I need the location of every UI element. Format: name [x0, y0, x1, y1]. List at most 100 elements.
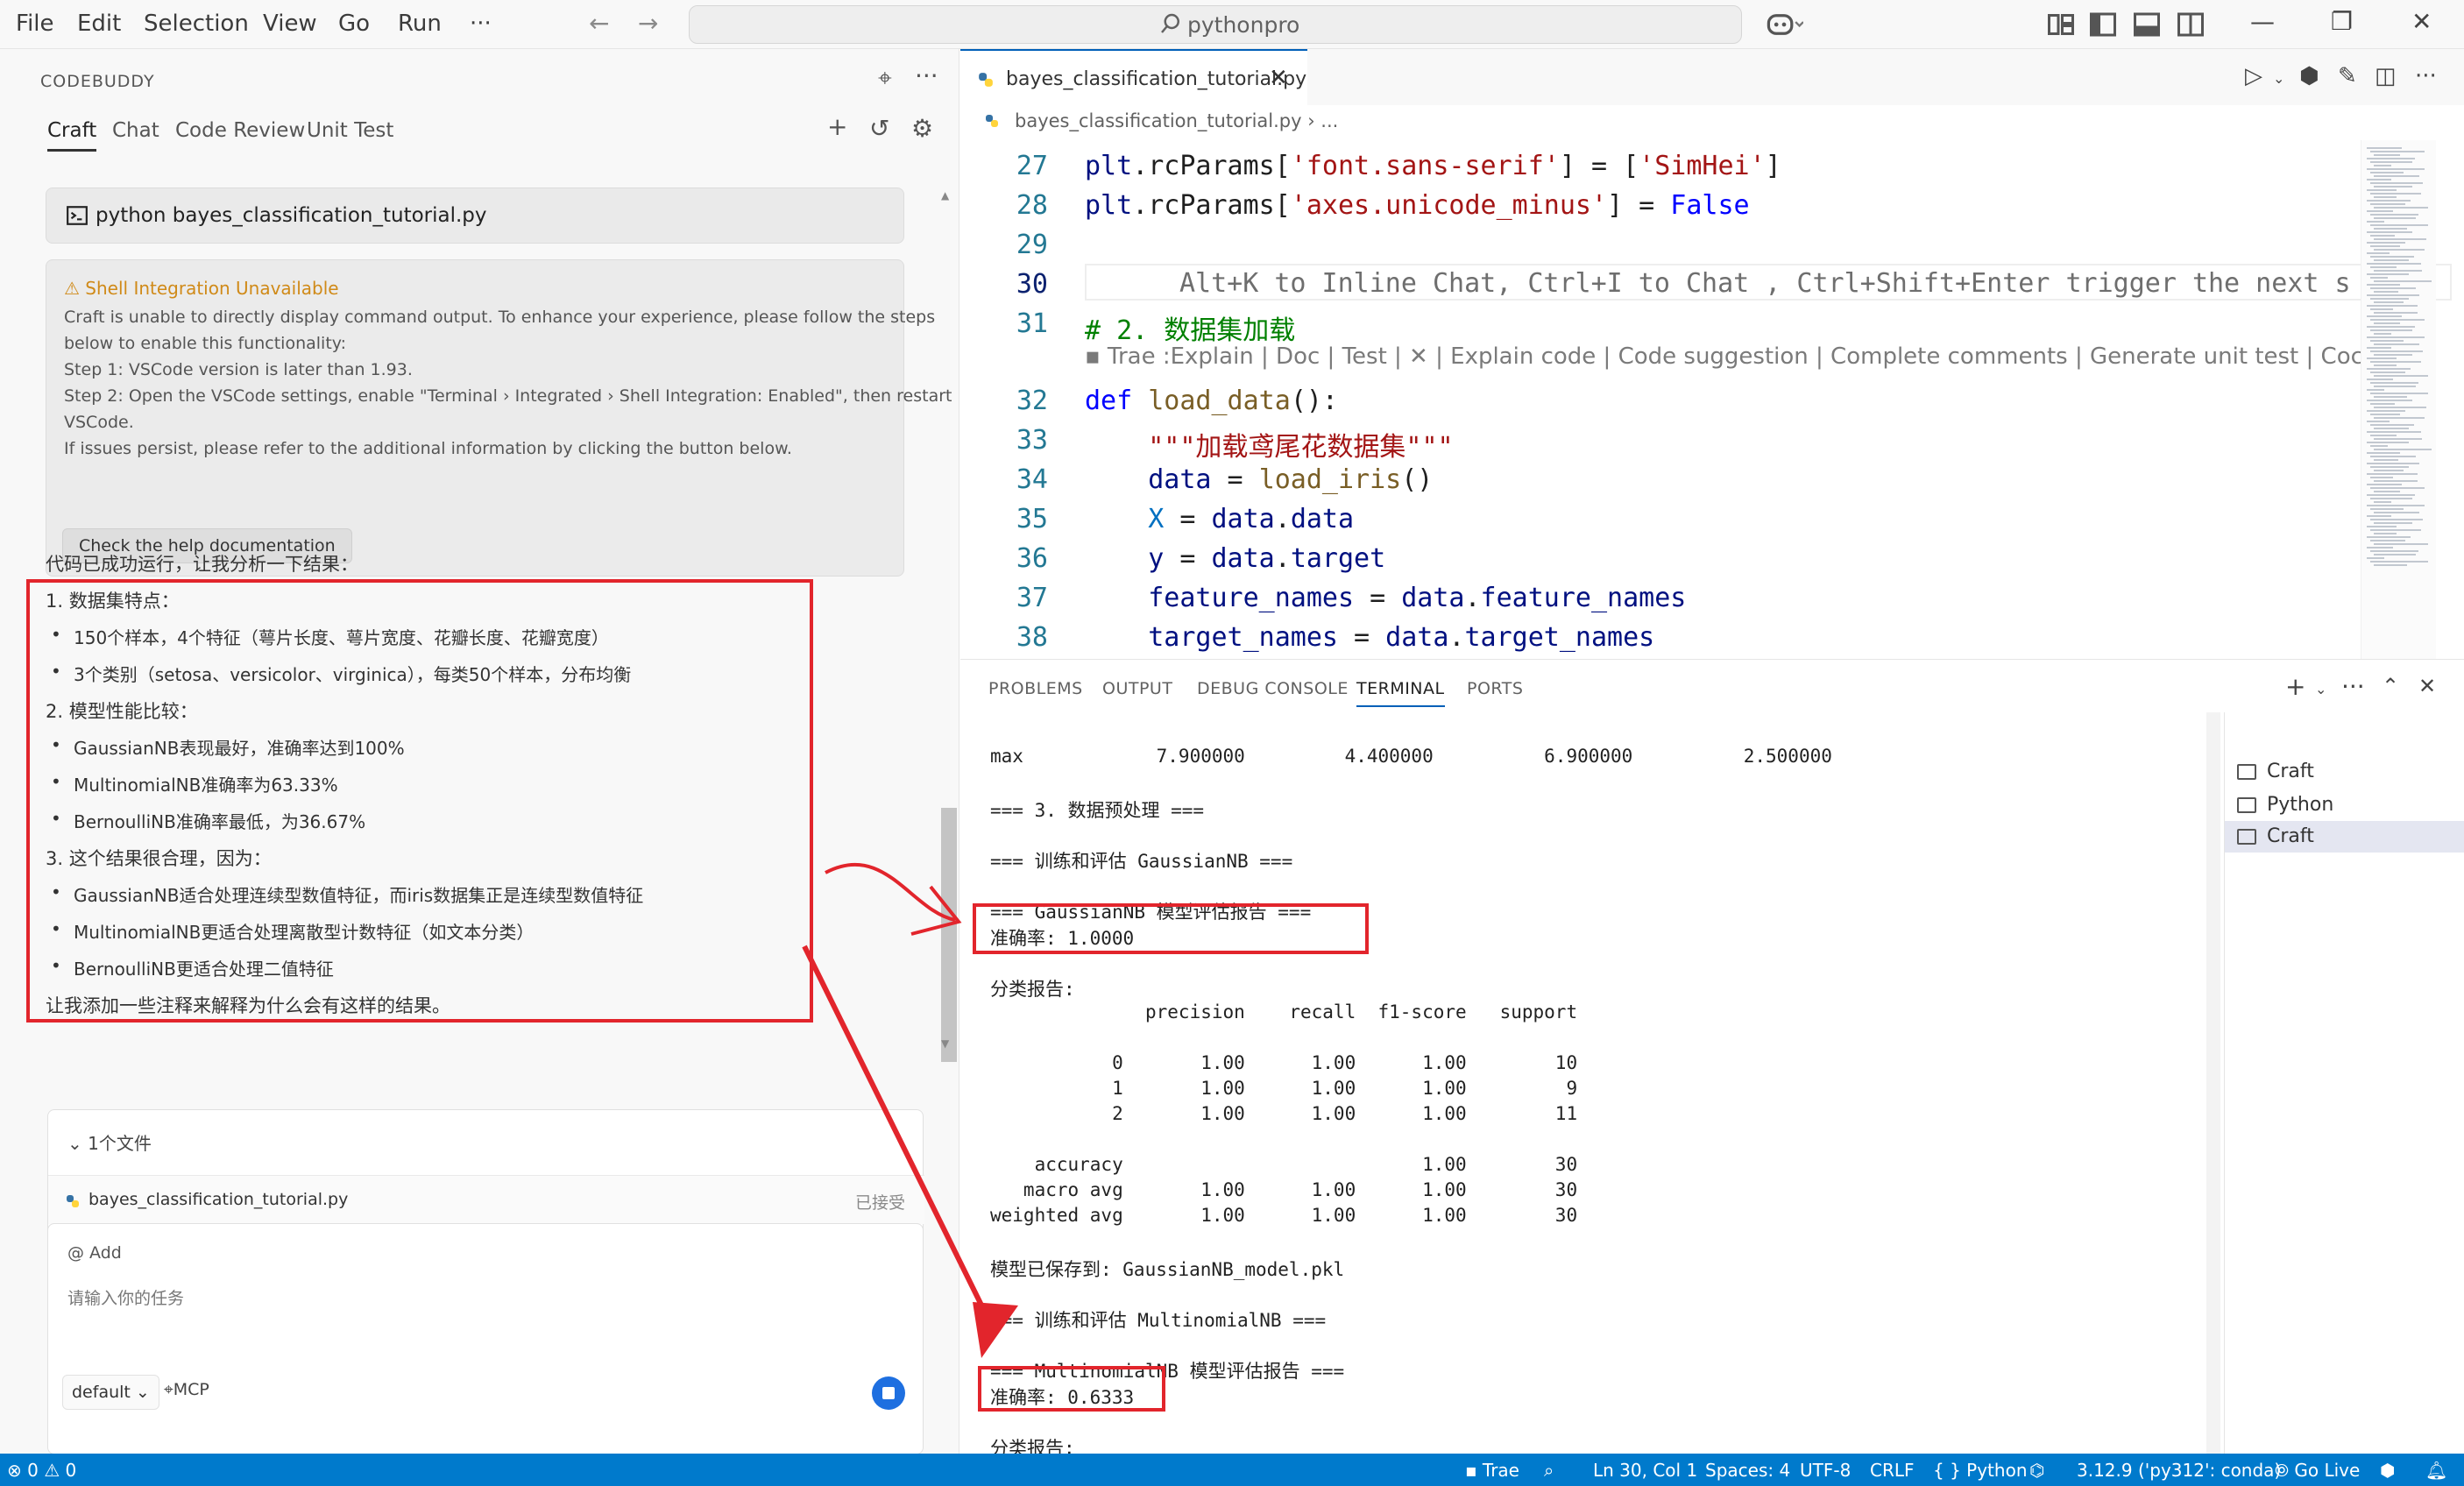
mcp-button[interactable]: ⌖MCP	[164, 1380, 209, 1399]
minimap-line	[2370, 203, 2405, 205]
minimap-line	[2370, 224, 2428, 226]
more-actions-icon[interactable]: ···	[2341, 672, 2365, 701]
terminal-item[interactable]: Python	[2225, 789, 2464, 821]
zoom-icon[interactable]: ⌕	[1544, 1460, 1554, 1481]
menu-run[interactable]: Run	[398, 11, 442, 37]
extension-icon[interactable]: ⌖	[878, 63, 892, 93]
tab-code-review[interactable]: Code Review	[175, 119, 305, 142]
trae-status[interactable]: ▪ Trae	[1465, 1460, 1519, 1481]
toggle-panel-icon[interactable]	[2131, 9, 2163, 40]
notifications-bell-icon[interactable]: 🔔︎	[2425, 1460, 2447, 1481]
breadcrumb-path[interactable]: bayes_classification_tutorial.py › ...	[1015, 110, 1338, 131]
command-card[interactable]: python bayes_classification_tutorial.py	[46, 188, 904, 244]
code-line: # 2. 数据集加载	[1085, 315, 1296, 346]
minimap-line	[2374, 333, 2391, 335]
tab-debug-console[interactable]: DEBUG CONSOLE	[1197, 679, 1349, 698]
minimap-line	[2370, 340, 2404, 342]
terminal-icon	[2237, 829, 2256, 845]
cursor-position[interactable]: Ln 30, Col 1	[1593, 1460, 1697, 1481]
toggle-primary-sidebar-icon[interactable]	[2087, 9, 2119, 40]
menu-view[interactable]: View	[263, 11, 317, 37]
tab-unit-test[interactable]: Unit Test	[307, 119, 393, 142]
maximize-panel-icon[interactable]: ⌃	[2382, 674, 2399, 698]
menu-go[interactable]: Go	[338, 11, 370, 37]
more-actions-icon[interactable]: ···	[915, 61, 938, 90]
code-editor[interactable]: 27 28 29 30 31 32 33 34 35 36 37 38 plt.…	[960, 140, 2464, 659]
mode-select[interactable]: default ⌄	[62, 1375, 159, 1410]
customize-layout-icon[interactable]	[2045, 9, 2077, 40]
minimap[interactable]	[2361, 140, 2436, 659]
line-number: 28	[1016, 190, 1048, 221]
files-count: 1个文件	[88, 1133, 152, 1154]
terminal-item-label: Python	[2267, 794, 2334, 816]
task-input[interactable]: 请输入你的任务	[67, 1285, 184, 1309]
minimap-line	[2374, 343, 2419, 345]
edit-pen-icon[interactable]: ✎	[2338, 63, 2357, 89]
terminal-item[interactable]: Craft	[2225, 821, 2464, 853]
terminal-output[interactable]: max 7.900000 4.400000 6.900000 2.500000 …	[960, 712, 2222, 1454]
copilot-icon[interactable]: ⌬	[2029, 1460, 2044, 1481]
stop-button[interactable]	[872, 1376, 905, 1410]
scroll-up-icon[interactable]: ▲	[941, 189, 949, 202]
run-icon[interactable]: ▷	[2245, 63, 2262, 89]
restore-icon[interactable]: ❐	[2331, 7, 2353, 36]
changed-file-row[interactable]: bayes_classification_tutorial.py 已接受	[48, 1175, 924, 1224]
run-dropdown-icon[interactable]: ⌄	[2273, 70, 2284, 87]
new-chat-icon[interactable]: +	[827, 112, 847, 141]
split-editor-icon[interactable]: ◫	[2375, 63, 2397, 89]
minimap-line	[2370, 235, 2395, 237]
files-header[interactable]: ⌄ 1个文件	[67, 1129, 152, 1155]
add-context-button[interactable]: @ Add	[67, 1243, 122, 1263]
settings-gear-icon[interactable]: ⚙	[911, 114, 933, 143]
editor-tab-file[interactable]: bayes_classification_tutorial.py ✕	[960, 49, 1307, 105]
indentation[interactable]: Spaces: 4	[1705, 1460, 1790, 1481]
minimap-line	[2370, 372, 2405, 373]
menu-more[interactable]: ···	[470, 11, 492, 37]
copilot-icon[interactable]	[1765, 9, 1803, 40]
close-window-icon[interactable]: ✕	[2411, 7, 2432, 36]
codebuddy-action-icon[interactable]: ⬢	[2299, 63, 2319, 89]
terminal-item[interactable]: Craft	[2225, 756, 2464, 788]
minimap-line	[2370, 456, 2416, 457]
minimap-line	[2374, 154, 2400, 156]
command-center-search[interactable]: pythonpro	[689, 5, 1742, 44]
toggle-secondary-sidebar-icon[interactable]	[2175, 9, 2206, 40]
go-live-button[interactable]: ⦾ Go Live	[2275, 1460, 2360, 1481]
minimap-line	[2367, 284, 2400, 286]
terminal-line: 0 1.00 1.00 1.00 10	[990, 1052, 1578, 1073]
new-terminal-icon[interactable]: +	[2285, 672, 2305, 701]
menu-edit[interactable]: Edit	[77, 11, 121, 37]
menu-selection[interactable]: Selection	[144, 11, 249, 37]
terminal-line: 1 1.00 1.00 1.00 9	[990, 1078, 1578, 1099]
tab-output[interactable]: OUTPUT	[1102, 679, 1172, 698]
tab-craft[interactable]: Craft	[47, 119, 97, 152]
menu-file[interactable]: File	[16, 11, 54, 37]
minimap-line	[2370, 298, 2409, 300]
tab-terminal[interactable]: TERMINAL	[1356, 679, 1445, 707]
minimap-line	[2367, 315, 2402, 317]
close-panel-icon[interactable]: ✕	[2418, 674, 2436, 698]
terminal-scrollbar[interactable]	[2206, 712, 2220, 1454]
back-arrow-icon[interactable]: ←	[589, 9, 609, 38]
tab-problems[interactable]: PROBLEMS	[988, 679, 1083, 698]
file-status-badge[interactable]: 已接受	[855, 1190, 905, 1214]
encoding[interactable]: UTF-8	[1800, 1460, 1851, 1481]
scroll-down-icon[interactable]: ▼	[941, 1037, 949, 1050]
line-ending[interactable]: CRLF	[1870, 1460, 1915, 1481]
forward-arrow-icon[interactable]: →	[638, 9, 658, 38]
terminal-dropdown-icon[interactable]: ⌄	[2315, 681, 2326, 697]
codelens-actions[interactable]: ▪ Trae :Explain | Doc | Test | ✕ | Expla…	[1085, 343, 2363, 370]
chat-scrollbar[interactable]	[941, 808, 957, 1062]
tab-ports[interactable]: PORTS	[1467, 679, 1523, 698]
minimize-icon[interactable]: —	[2250, 7, 2275, 36]
close-tab-icon[interactable]: ✕	[1269, 65, 1288, 91]
minimap-line	[2370, 508, 2404, 510]
code-line: plt.rcParams['font.sans-serif'] = ['SimH…	[1085, 151, 1781, 181]
problems-status[interactable]: ⊗ 0 ⚠ 0	[7, 1460, 76, 1481]
codebuddy-status-icon[interactable]: ⬢	[2380, 1460, 2395, 1481]
python-interpreter[interactable]: 3.12.9 ('py312': conda)	[2077, 1460, 2281, 1481]
more-actions-icon[interactable]: ···	[2415, 63, 2437, 89]
tab-chat[interactable]: Chat	[112, 119, 159, 142]
language-mode[interactable]: { } Python	[1933, 1460, 2028, 1481]
history-icon[interactable]: ↺	[869, 114, 889, 143]
